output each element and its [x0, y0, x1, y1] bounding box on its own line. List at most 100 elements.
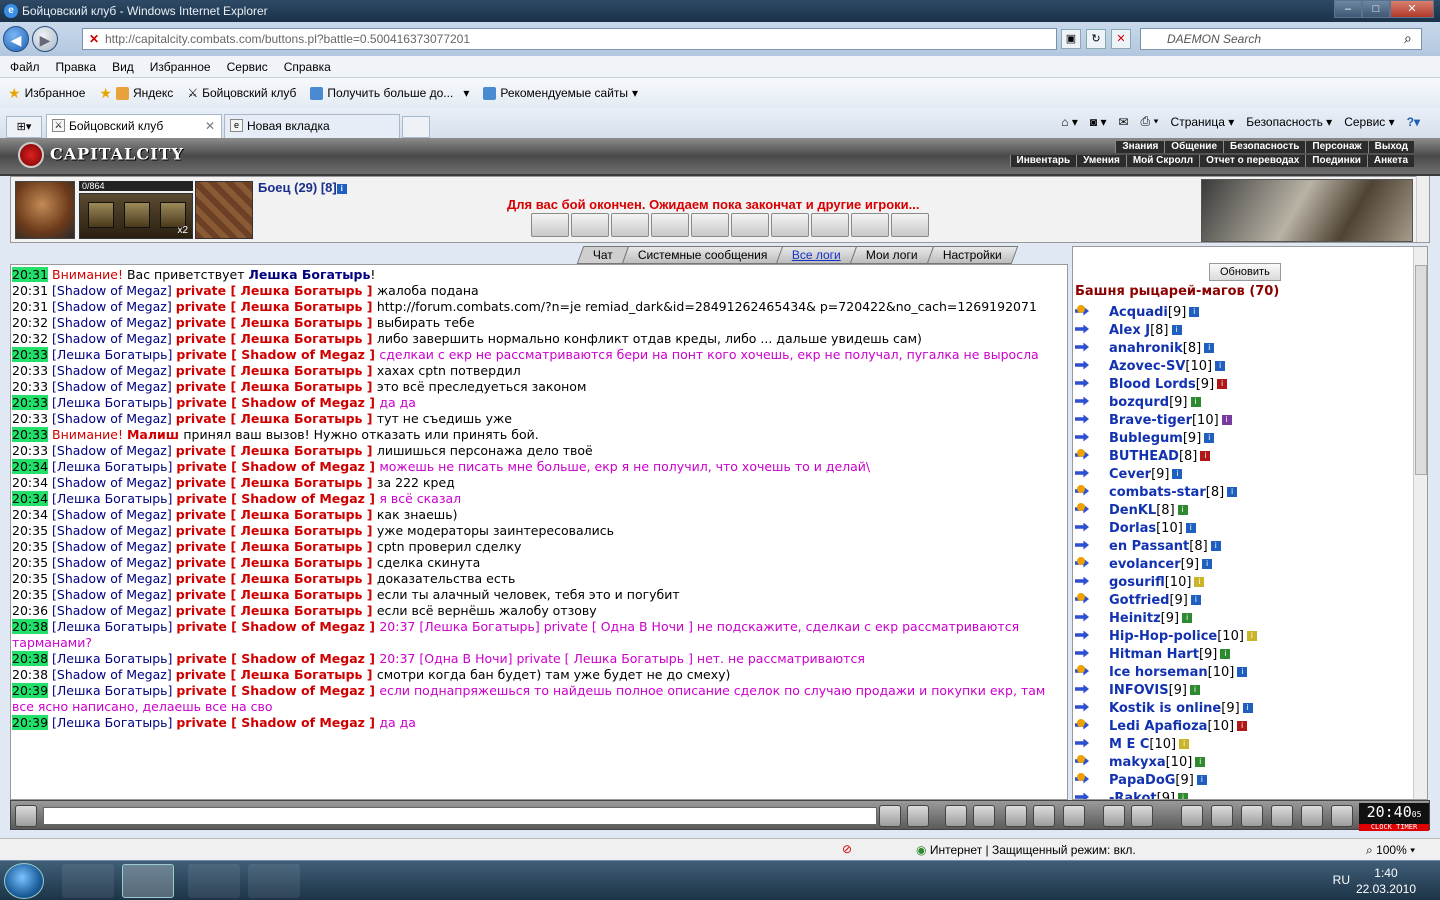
private-message-icon[interactable]	[1075, 647, 1097, 662]
user-name[interactable]: Blood Lords	[1109, 377, 1196, 392]
nav-security[interactable]: Безопасность	[1223, 141, 1306, 153]
chat-sender[interactable]: [Shadow of Megaz]	[52, 331, 176, 346]
popup-blocked-icon[interactable]: ⊘	[842, 842, 852, 856]
user-info-icon[interactable]: i	[1237, 721, 1248, 731]
chat-timestamp[interactable]: 20:33	[12, 363, 48, 378]
user-name[interactable]: INFOVIS	[1109, 683, 1169, 698]
private-message-icon[interactable]	[1075, 664, 1097, 680]
user-name[interactable]: Azovec-SV	[1109, 359, 1185, 374]
bag-icon[interactable]	[1301, 805, 1323, 827]
chat-timestamp[interactable]: 20:35	[12, 523, 48, 538]
chat-timestamp[interactable]: 20:38	[12, 667, 48, 682]
chat-timestamp[interactable]: 20:33	[12, 427, 49, 442]
chat-sender[interactable]: [Shadow of Megaz]	[52, 379, 176, 394]
chat-timestamp[interactable]: 20:31	[12, 299, 48, 314]
private-message-icon[interactable]	[1075, 611, 1097, 626]
chat-private-target[interactable]: private [ Лешка Богатырь ]	[176, 507, 377, 522]
fav-yandex[interactable]: ★ Яндекс	[99, 85, 173, 102]
battle-btn[interactable]	[651, 213, 689, 237]
group-icon[interactable]	[1241, 805, 1263, 827]
refresh-icon[interactable]: ↻	[1086, 29, 1106, 49]
back-button[interactable]: ◀	[3, 26, 29, 52]
nav-character[interactable]: Персонаж	[1305, 141, 1368, 153]
private-message-icon[interactable]	[1075, 484, 1097, 500]
chat-timestamp[interactable]: 20:39	[12, 683, 49, 698]
battle-btn[interactable]	[611, 213, 649, 237]
private-message-icon[interactable]	[1075, 772, 1097, 788]
chat-private-target[interactable]: private [ Лешка Богатырь ]	[176, 475, 377, 490]
chat-sender[interactable]: [Лешка Богатырь]	[52, 491, 176, 506]
user-info-icon[interactable]: i	[1196, 775, 1207, 785]
user-info-icon[interactable]: i	[1204, 343, 1215, 353]
user-info-icon[interactable]: i	[1217, 379, 1228, 389]
chat-timestamp[interactable]: 20:38	[12, 651, 49, 666]
user-info-icon[interactable]: i	[1210, 541, 1221, 551]
forward-button[interactable]: ▶	[32, 26, 58, 52]
user-name[interactable]: bozqurd	[1109, 395, 1169, 410]
chat-sender[interactable]: [Shadow of Megaz]	[52, 507, 176, 522]
media-player-icon[interactable]	[62, 864, 114, 898]
user-name[interactable]: Heinitz	[1109, 611, 1161, 626]
chat-private-target[interactable]: private [ Лешка Богатырь ]	[176, 363, 377, 378]
private-message-icon[interactable]	[1075, 556, 1097, 572]
private-message-icon[interactable]	[1075, 683, 1097, 698]
sword-icon[interactable]	[1211, 805, 1233, 827]
chat-private-target[interactable]: private [ Лешка Богатырь ]	[176, 539, 377, 554]
chat-private-target[interactable]: private [ Лешка Богатырь ]	[176, 315, 377, 330]
user-name[interactable]: Acquadi	[1109, 305, 1168, 320]
user-info-icon[interactable]: i	[1246, 631, 1257, 641]
private-message-icon[interactable]	[1075, 754, 1097, 770]
user-name[interactable]: en Passant	[1109, 539, 1189, 554]
private-message-icon[interactable]	[1075, 502, 1097, 518]
tools-menu[interactable]: Сервис ▾	[1344, 115, 1394, 129]
chat-timestamp[interactable]: 20:34	[12, 491, 49, 506]
print-icon[interactable]: ⎙ ▾	[1141, 114, 1159, 129]
minimize-button[interactable]: –	[1334, 0, 1362, 18]
chat-timestamp[interactable]: 20:31	[12, 267, 49, 282]
chat-timestamp[interactable]: 20:35	[12, 555, 48, 570]
smiley-icon[interactable]	[1103, 805, 1125, 827]
user-info-icon[interactable]: i	[1227, 487, 1238, 497]
chat-sender[interactable]: [Shadow of Megaz]	[52, 667, 176, 682]
chat-private-target[interactable]: private [ Лешка Богатырь ]	[176, 411, 377, 426]
chat-private-target[interactable]: private [ Shadow of Megaz ]	[176, 619, 379, 634]
slot-1[interactable]	[88, 202, 114, 228]
user-name[interactable]: Brave-tiger	[1109, 413, 1192, 428]
chat-timestamp[interactable]: 20:32	[12, 331, 48, 346]
private-message-icon[interactable]	[1075, 323, 1097, 338]
user-info-icon[interactable]: i	[1172, 469, 1183, 479]
battle-btn[interactable]	[891, 213, 929, 237]
battle-btn[interactable]	[851, 213, 889, 237]
user-info-icon[interactable]: i	[1177, 505, 1188, 515]
ie-taskbar-icon[interactable]	[122, 864, 174, 898]
menu-file[interactable]: Файл	[10, 60, 40, 74]
tab-combats[interactable]: ⚔ Бойцовский клуб ✕	[46, 114, 222, 138]
chat-sender[interactable]: [Shadow of Megaz]	[52, 411, 176, 426]
chat-timestamp[interactable]: 20:35	[12, 539, 48, 554]
chat-sender[interactable]: [Shadow of Megaz]	[52, 315, 176, 330]
chat-timestamp[interactable]: 20:34	[12, 475, 48, 490]
chat-private-target[interactable]: private [ Лешка Богатырь ]	[176, 571, 377, 586]
user-info-icon[interactable]: i	[1182, 613, 1193, 623]
private-message-icon[interactable]	[1075, 737, 1097, 752]
user-info-icon[interactable]: i	[1221, 415, 1232, 425]
private-message-icon[interactable]	[1075, 377, 1097, 392]
chat-sender[interactable]: [Лешка Богатырь]	[52, 459, 176, 474]
close-window-button[interactable]: ✕	[1390, 0, 1434, 18]
help-icon[interactable]: ?▾	[1407, 115, 1420, 129]
home-icon[interactable]: ⌂ ▾	[1061, 115, 1078, 129]
user-name[interactable]: makyxa	[1109, 755, 1166, 770]
user-info-icon[interactable]: i	[1220, 649, 1231, 659]
nav-skills[interactable]: Умения	[1076, 155, 1126, 167]
user-name[interactable]: BUTHEAD	[1109, 449, 1179, 464]
favorites-button[interactable]: ★ Избранное	[8, 85, 85, 102]
nav-profile[interactable]: Анкета	[1366, 155, 1414, 167]
user-list-scrollbar[interactable]	[1413, 247, 1427, 799]
chat-private-target[interactable]: private [ Лешка Богатырь ]	[176, 587, 377, 602]
chat-private-target[interactable]: private [ Лешка Богатырь ]	[176, 283, 377, 298]
private-message-icon[interactable]	[1075, 791, 1097, 800]
menu-tools[interactable]: Сервис	[227, 60, 268, 74]
user-info-icon[interactable]: i	[1171, 325, 1182, 335]
chat-timestamp[interactable]: 20:35	[12, 571, 48, 586]
tab-all-logs[interactable]: Все логи	[776, 246, 858, 264]
